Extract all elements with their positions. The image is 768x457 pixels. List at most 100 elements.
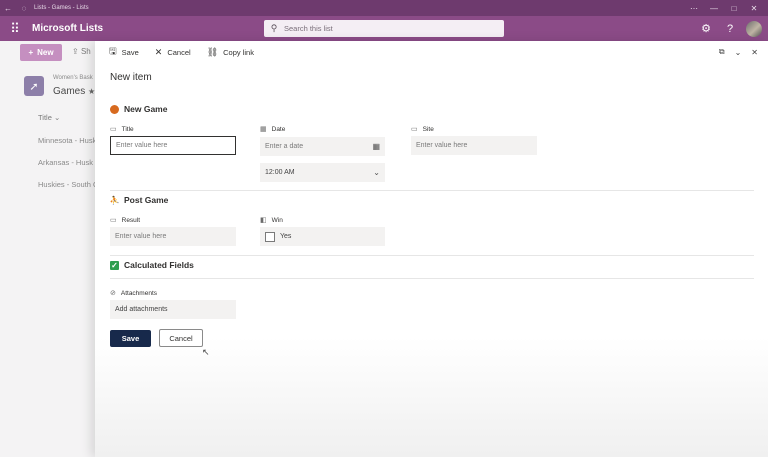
window-titlebar: ← ◌ Lists - Games - Lists ⋯ — □ ✕ — [0, 0, 768, 16]
calendar-picker-icon[interactable]: ▦ — [372, 142, 380, 151]
attachments-label-text: Attachments — [120, 289, 158, 297]
title-placeholder: Enter value here — [116, 142, 168, 149]
search-icon: ⚲ — [270, 23, 278, 33]
back-arrow-icon[interactable]: ← — [0, 4, 16, 13]
window-controls: ⋯ — □ ✕ — [684, 0, 764, 16]
section-post-game[interactable]: ⛹ Post Game — [109, 195, 169, 205]
app-icon: ◌ — [21, 3, 27, 13]
section-divider — [110, 190, 754, 191]
basketball-icon — [110, 104, 119, 114]
text-field-icon: ▭ — [110, 126, 117, 133]
search-placeholder: Search this list — [284, 24, 333, 33]
command-copy-link[interactable]: ⛓ Copy link — [207, 47, 254, 58]
command-cancel-label: Cancel — [167, 47, 191, 57]
date-field-label: ▦ Date — [260, 125, 286, 134]
command-save[interactable]: 🖫 Save — [109, 44, 139, 60]
command-copy-link-label: Copy link — [223, 47, 254, 57]
date-placeholder: Enter a date — [265, 143, 304, 150]
site-label-text: Site — [422, 125, 434, 133]
calendar-icon: ▦ — [260, 126, 267, 133]
help-icon[interactable]: ? — [718, 23, 742, 35]
win-checkbox-field[interactable]: Yes — [260, 227, 385, 246]
list-rocket-icon: ➚ — [24, 76, 44, 96]
minimize-button[interactable]: — — [704, 4, 724, 13]
close-panel-icon[interactable]: ✕ — [751, 48, 758, 57]
new-item-button[interactable]: + New — [20, 44, 62, 61]
save-icon: 🖫 — [109, 46, 117, 56]
panel-window-actions: ⧉ ⌄ ✕ — [709, 41, 758, 63]
win-value: Yes — [280, 233, 292, 240]
share-button[interactable]: ⇪ Sh — [72, 47, 91, 56]
text-field-icon: ▭ — [110, 217, 117, 224]
cancel-button[interactable]: Cancel — [159, 329, 203, 347]
window-title: Lists - Games - Lists — [34, 5, 89, 11]
site-name[interactable]: Women's Bask — [53, 75, 93, 81]
save-button[interactable]: Save — [110, 330, 151, 347]
panel-command-bar: 🖫 Save ✕ Cancel ⛓ Copy link — [95, 41, 768, 63]
link-icon: ⛓ — [206, 46, 219, 57]
panel-fade — [95, 337, 768, 457]
win-field-label: ◧ Win — [260, 216, 283, 225]
close-window-button[interactable]: ✕ — [744, 4, 764, 13]
checkmark-icon: ✓ — [110, 260, 119, 270]
title-field-label: ▭ Title — [110, 125, 134, 134]
title-input[interactable]: Enter value here — [110, 136, 236, 155]
site-placeholder: Enter value here — [416, 142, 468, 149]
toggle-field-icon: ◧ — [260, 217, 267, 224]
app-name[interactable]: Microsoft Lists — [32, 23, 103, 34]
command-cancel[interactable]: ✕ Cancel — [155, 47, 191, 58]
date-label-text: Date — [271, 125, 286, 133]
chevron-down-icon[interactable]: ⌄ — [735, 48, 742, 57]
new-label: New — [37, 48, 54, 57]
close-icon: ✕ — [154, 46, 163, 57]
chevron-down-icon: ⌄ — [53, 113, 61, 122]
mouse-cursor-icon: ↖ — [202, 347, 210, 357]
win-label-text: Win — [271, 216, 283, 224]
share-label: Sh — [80, 47, 91, 56]
app-launcher-icon[interactable]: ⠿ — [0, 21, 30, 37]
suite-actions: ⚙ ? — [694, 16, 762, 41]
result-field-label: ▭ Result — [110, 216, 141, 225]
settings-gear-icon[interactable]: ⚙ — [694, 22, 718, 35]
time-select[interactable]: 12:00 AM ⌄ — [260, 163, 385, 182]
result-label-text: Result — [121, 216, 141, 224]
command-save-label: Save — [121, 47, 139, 57]
time-value: 12:00 AM — [265, 169, 295, 176]
plus-icon: + — [28, 48, 34, 57]
suite-bar: ⠿ Microsoft Lists ⚲ Search this list ⚙ ? — [0, 16, 768, 41]
title-label-text: Title — [121, 125, 134, 133]
section-calculated-label: Calculated Fields — [124, 260, 194, 270]
share-icon: ⇪ — [72, 47, 81, 56]
section-divider — [110, 255, 754, 256]
new-item-panel: 🖫 Save ✕ Cancel ⛓ Copy link ⧉ ⌄ ✕ New it… — [95, 41, 768, 457]
add-attachments-text: Add attachments — [115, 306, 168, 313]
more-icon[interactable]: ⋯ — [684, 4, 704, 13]
panel-title: New item — [110, 72, 152, 83]
win-checkbox[interactable] — [265, 231, 275, 242]
site-input[interactable]: Enter value here — [411, 136, 537, 155]
add-attachments-button[interactable]: Add attachments — [110, 300, 236, 319]
search-box[interactable]: ⚲ Search this list — [264, 20, 504, 37]
section-calculated-fields[interactable]: ✓ Calculated Fields — [110, 260, 194, 270]
site-field-label: ▭ Site — [411, 125, 434, 134]
maximize-button[interactable]: □ — [724, 4, 744, 13]
attachments-label: ⊘ Attachments — [110, 289, 158, 298]
paperclip-icon: ⊘ — [110, 290, 116, 297]
section-divider — [110, 278, 754, 279]
section-new-game-label: New Game — [124, 104, 168, 114]
result-input[interactable]: Enter value here — [110, 227, 236, 246]
section-post-game-label: Post Game — [124, 195, 169, 205]
list-item[interactable]: Arkansas - Husk — [38, 158, 93, 167]
list-item[interactable]: Huskies - South C — [38, 180, 98, 189]
date-input[interactable]: Enter a date ▦ — [260, 137, 385, 156]
chevron-down-icon: ⌄ — [373, 168, 380, 177]
list-item[interactable]: Minnesota - Husk — [38, 136, 96, 145]
avatar[interactable] — [746, 20, 762, 37]
edit-form-icon[interactable]: ⧉ — [719, 47, 725, 57]
section-new-game[interactable]: New Game — [110, 104, 167, 114]
list-name: Games ★ — [53, 86, 95, 97]
basketball-hoop-icon: ⛹ — [109, 195, 120, 205]
column-header-title[interactable]: Title ⌄ — [38, 113, 60, 122]
text-field-icon: ▭ — [411, 126, 418, 133]
column-title-text: Title — [38, 113, 52, 122]
